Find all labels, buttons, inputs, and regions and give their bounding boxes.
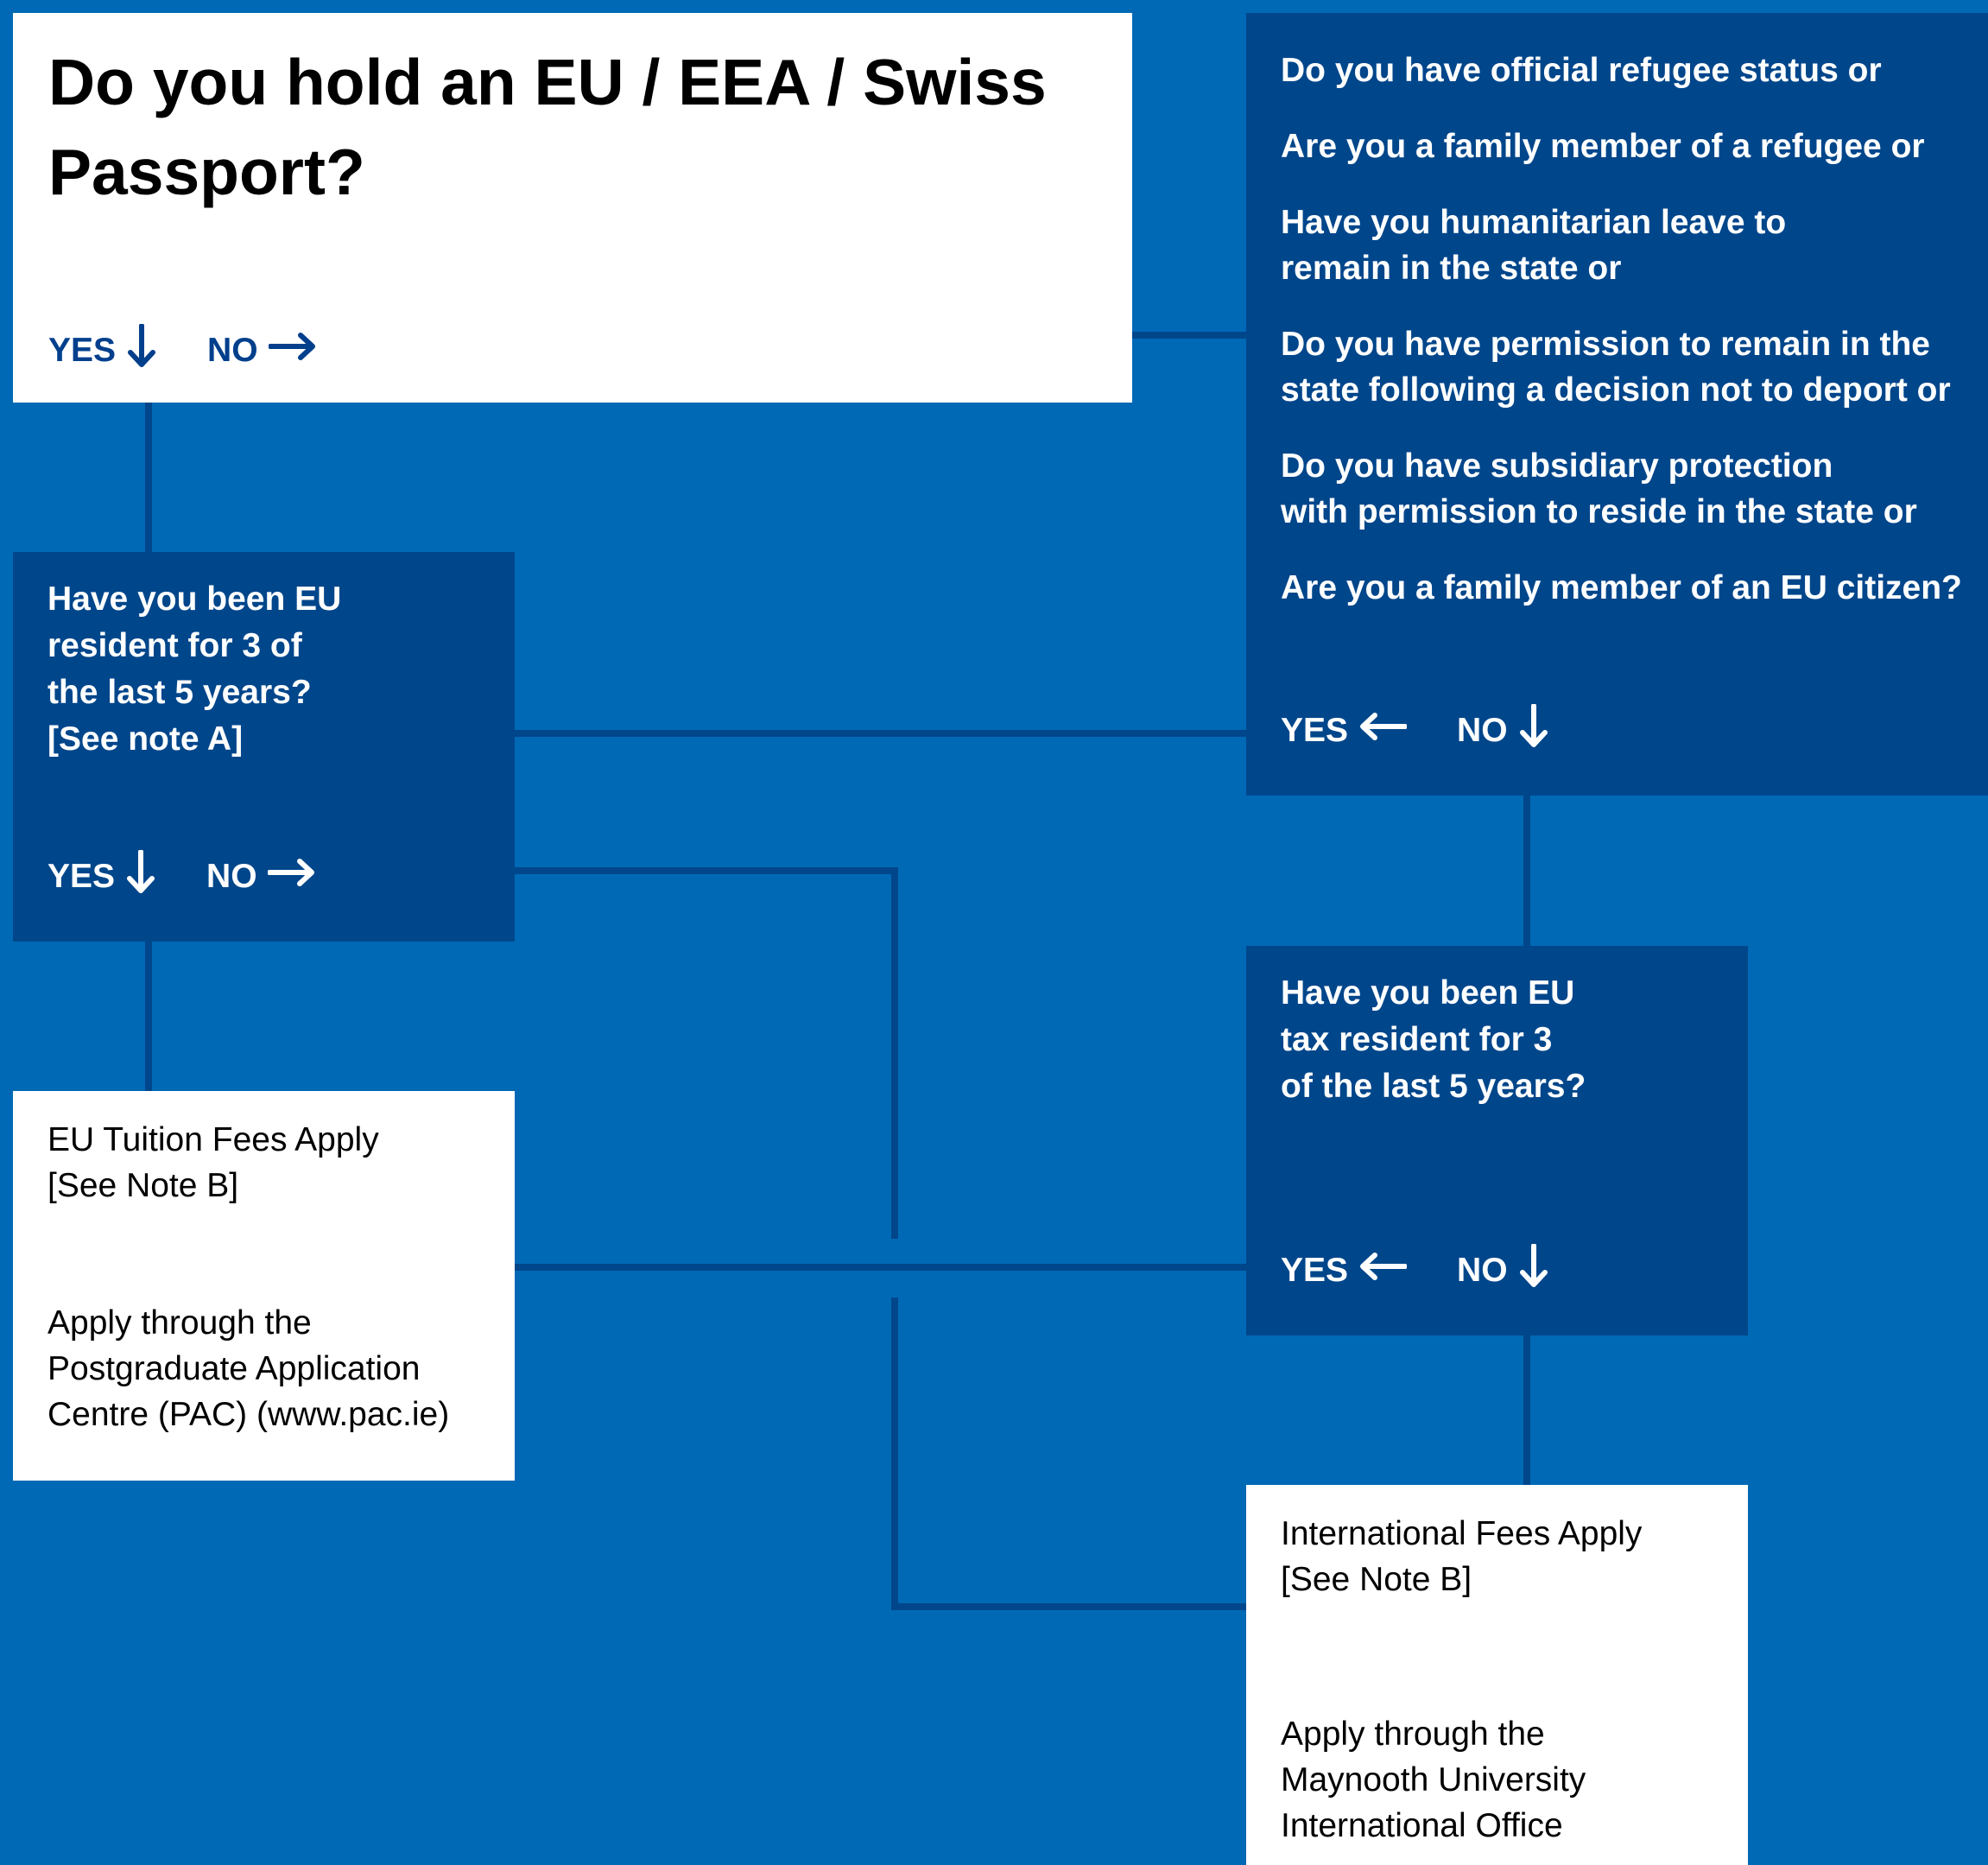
international-fees-heading: International Fees Apply [See Note B] xyxy=(1281,1515,1643,1598)
status-condition-item: Are you a family member of an EU citizen… xyxy=(1281,569,1962,606)
status-condition-list: Do you have official refugee status or A… xyxy=(1281,48,1962,641)
tax-no-label: NO xyxy=(1457,1252,1508,1289)
passport-answer-row: YES NO xyxy=(48,323,317,377)
residency-answer-row: YES NO xyxy=(47,849,316,904)
status-condition-item: Do you have permission to remain in the … xyxy=(1281,326,1951,409)
passport-question-title: Do you hold an EU / EEA / Swiss Passport… xyxy=(48,46,1047,208)
passport-yes-label: YES xyxy=(48,332,117,369)
eu-residency-question-text: Have you been EU resident for 3 of the l… xyxy=(47,580,342,758)
status-no-label: NO xyxy=(1457,712,1508,749)
eu-residency-question-box: Have you been EU resident for 3 of the l… xyxy=(13,552,515,942)
status-condition-item: Do you have subsidiary protection with p… xyxy=(1281,447,1917,530)
status-yes-label: YES xyxy=(1281,712,1349,749)
arrow-left-icon xyxy=(1358,1251,1409,1291)
residency-yes-label: YES xyxy=(47,858,116,895)
connector-line xyxy=(515,867,898,1239)
international-fees-outcome-box: International Fees Apply [See Note B] Ap… xyxy=(1246,1485,1748,1865)
arrow-left-icon xyxy=(1358,711,1409,751)
arrow-right-icon xyxy=(266,857,316,897)
status-answer-row: YES NO xyxy=(1281,703,1549,758)
eu-fees-outcome-box: EU Tuition Fees Apply [See Note B] Apply… xyxy=(13,1091,515,1481)
passport-no-label: NO xyxy=(207,332,258,369)
international-fees-apply-text: Apply through the Maynooth University In… xyxy=(1281,1716,1586,1844)
arrow-down-icon xyxy=(126,323,157,377)
tax-answer-row: YES NO xyxy=(1281,1243,1549,1297)
arrow-down-icon xyxy=(1518,1243,1549,1297)
arrow-down-icon xyxy=(125,849,156,904)
eu-fees-apply-text: Apply through the Postgraduate Applicati… xyxy=(47,1304,450,1433)
arrow-down-icon xyxy=(1518,703,1549,758)
protected-status-question-box: Do you have official refugee status or A… xyxy=(1246,13,1988,796)
status-condition-item: Do you have official refugee status or xyxy=(1281,52,1882,89)
residency-no-label: NO xyxy=(206,858,257,895)
passport-question-box: Do you hold an EU / EEA / Swiss Passport… xyxy=(13,13,1132,403)
tax-residency-question-text: Have you been EU tax resident for 3 of t… xyxy=(1281,974,1586,1105)
tax-residency-question-box: Have you been EU tax resident for 3 of t… xyxy=(1246,946,1748,1335)
fee-eligibility-flowchart: Do you hold an EU / EEA / Swiss Passport… xyxy=(0,0,1988,1865)
arrow-right-icon xyxy=(267,331,317,371)
status-condition-item: Are you a family member of a refugee or xyxy=(1281,128,1925,165)
eu-fees-heading: EU Tuition Fees Apply [See Note B] xyxy=(47,1121,379,1204)
connector-line xyxy=(891,1297,1246,1610)
tax-yes-label: YES xyxy=(1281,1252,1349,1289)
status-condition-item: Have you humanitarian leave to remain in… xyxy=(1281,204,1787,287)
